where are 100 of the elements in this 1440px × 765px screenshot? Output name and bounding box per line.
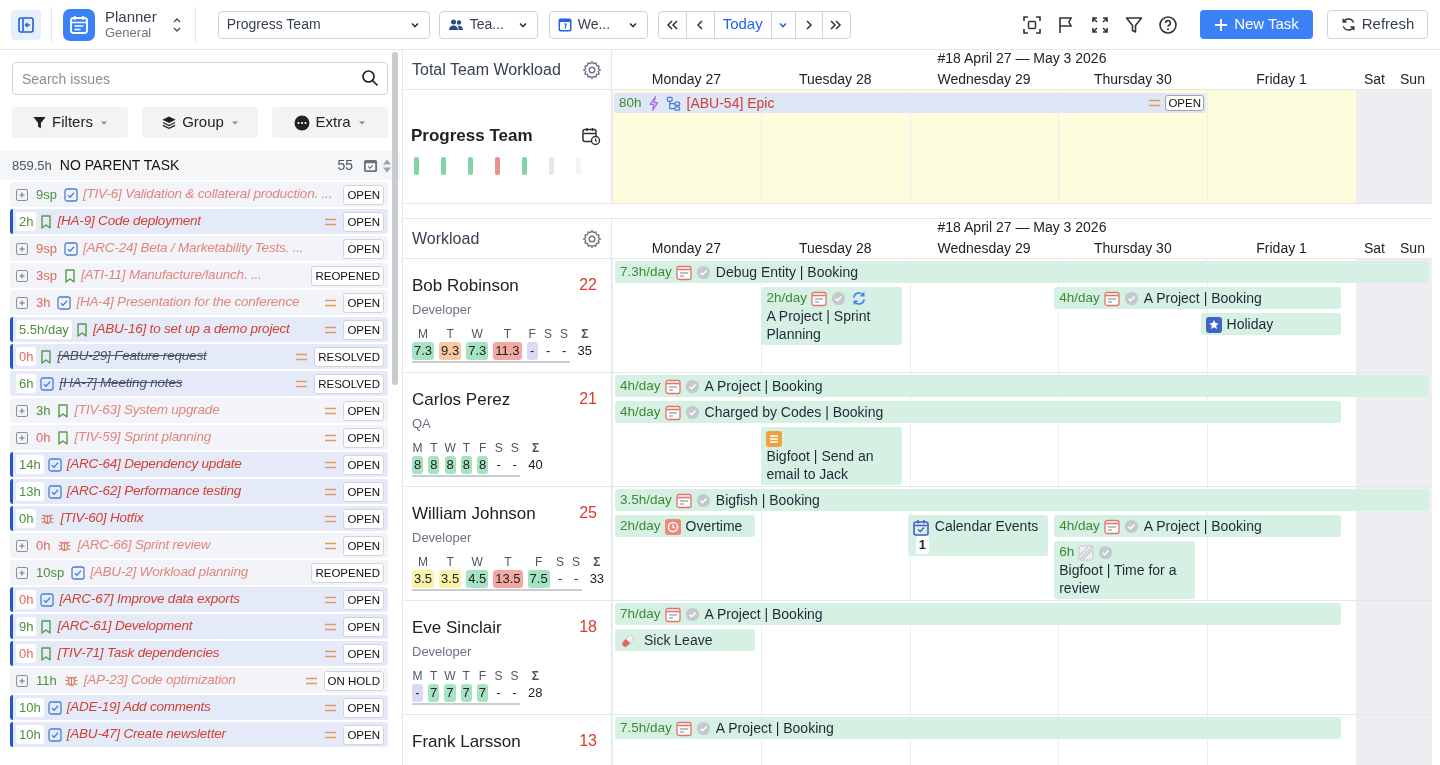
issue-row[interactable]: 3sp [ATI-11] Manufacture/launch. ... REOPENED — [10, 263, 388, 288]
issue-row[interactable]: 0h [ARC-67] Improve data exports OPEN — [10, 587, 388, 612]
sum-label: Σ — [593, 554, 601, 570]
period-select[interactable]: We... — [548, 10, 648, 39]
issue-title[interactable]: [ARC-67] Improve data exports — [59, 589, 240, 610]
booking-bar[interactable]: 2h/day Overtime — [615, 515, 756, 537]
settings-icon[interactable] — [582, 228, 602, 249]
booking-bar[interactable]: 4h/day Charged by Codes | Booking — [615, 401, 1341, 423]
issue-title[interactable]: [ARC-62] Performance testing — [66, 481, 242, 502]
booking-bar[interactable]: 7.5h/day A Project | Booking — [615, 717, 1341, 739]
issue-row[interactable]: 9h [ARC-61] Development OPEN — [10, 614, 388, 639]
group-header[interactable]: 859.5h NO PARENT TASK 55 — [0, 151, 400, 180]
filter-icon[interactable] — [1124, 14, 1144, 35]
view-select[interactable]: Tea... — [438, 10, 538, 39]
expand-icon[interactable] — [16, 188, 28, 201]
issue-row[interactable]: 9sp [ARC-24] Beta / Marketability Tests. ... OPEN — [10, 236, 388, 261]
issue-title[interactable]: [TIV-71] Task dependencies — [57, 643, 220, 664]
extra-button[interactable]: Extra — [272, 107, 388, 138]
issue-row[interactable]: 10sp [ABU-2] Workload planning REOPENED — [10, 560, 388, 585]
issue-row[interactable]: 0h [ABU-29] Feature request RESOLVED — [10, 344, 388, 369]
group-button[interactable]: Group — [142, 107, 258, 138]
issue-estimate: 9sp — [35, 239, 58, 258]
issue-title[interactable]: [ARC-61] Development — [57, 616, 193, 637]
expand-icon[interactable] — [16, 242, 28, 255]
expand-icon[interactable] — [16, 539, 28, 552]
issue-title[interactable]: [ABU-29] Feature request — [57, 346, 207, 367]
day-letter: S — [494, 440, 503, 456]
team-select[interactable]: Progress Team — [217, 10, 430, 39]
day-hours: - — [511, 684, 518, 702]
issue-row[interactable]: 0h [ARC-66] Sprint review OPEN — [10, 533, 388, 558]
expand-icon[interactable] — [16, 566, 28, 579]
expand-icon[interactable] — [16, 404, 28, 417]
checkbox-icon — [63, 241, 78, 256]
expand-icon[interactable] — [16, 431, 28, 444]
issue-title[interactable]: [ABU-16] to set up a demo project — [92, 319, 290, 340]
booking-bar[interactable]: Bigfoot | Send an email to Jack — [761, 427, 902, 485]
issue-row[interactable]: 5.5h/day [ABU-16] to set up a demo project OPEN — [10, 317, 388, 342]
list-icon — [766, 431, 783, 447]
expand-icon[interactable] — [16, 674, 28, 687]
issue-title[interactable]: [HA-9] Code deployment — [57, 211, 201, 232]
issue-row[interactable]: 6h [HA-7] Meeting notes RESOLVED — [10, 371, 388, 396]
booking-hours: 7h/day — [620, 605, 661, 623]
booking-bar[interactable]: 7.3h/day Debug Entity | Booking — [615, 261, 1429, 283]
collapse-sidebar-button[interactable] — [10, 9, 41, 40]
day-letter: S — [510, 440, 519, 456]
booking-bar[interactable]: 7h/day A Project | Booking — [615, 603, 1341, 625]
switch-app-icon[interactable] — [170, 15, 183, 34]
expand-icon[interactable] — [16, 296, 28, 309]
issue-row[interactable]: 0h [TIV-71] Task dependencies OPEN — [10, 641, 388, 666]
epic-bar[interactable]: 80h [ABU-54] Epic OPEN — [614, 93, 1206, 113]
day-letter: T — [430, 440, 438, 456]
booking-title: Charged by Codes | Booking — [704, 403, 884, 421]
booking-bar[interactable]: 3.5h/day Bigfish | Booking — [615, 489, 1429, 511]
status-badge: OPEN — [343, 238, 384, 259]
booking-bar[interactable]: 4h/day A Project | Booking — [1054, 515, 1341, 537]
issue-row[interactable]: 11h [AP-23] Code optimization ON HOLD — [10, 668, 388, 693]
booking-bar[interactable]: 4h/day A Project | Booking — [615, 375, 1429, 397]
issue-row[interactable]: 0h [TIV-60] Hotfix OPEN — [10, 506, 388, 531]
issue-row[interactable]: 9sp [TIV-6] Validation & collateral production. ... OPEN — [10, 182, 388, 207]
booking-title: A Project | Booking — [1143, 289, 1262, 307]
approved-icon — [1098, 545, 1114, 560]
help-icon[interactable] — [1158, 14, 1178, 35]
new-task-button[interactable]: New Task — [1200, 10, 1313, 39]
booking-bar[interactable]: 2h/day A Project | Sprint Planning — [761, 287, 902, 345]
refresh-button[interactable]: Refresh — [1327, 10, 1428, 39]
caret-icon — [230, 119, 239, 126]
issue-title[interactable]: [HA-7] Meeting notes — [59, 373, 183, 394]
week-total: 33 — [589, 570, 605, 588]
issue-row[interactable]: 10h [ADE-19] Add comments OPEN — [10, 695, 388, 720]
issue-row[interactable]: 0h [TIV-59] Sprint planning OPEN — [10, 425, 388, 450]
issue-title[interactable]: [TIV-60] Hotfix — [60, 508, 144, 529]
issue-row[interactable]: 13h [ARC-62] Performance testing OPEN — [10, 479, 388, 504]
filters-button[interactable]: Filters — [12, 107, 128, 138]
issue-row[interactable]: 14h [ARC-64] Dependency update OPEN — [10, 452, 388, 477]
booking-bar[interactable]: Holiday — [1200, 313, 1341, 335]
issue-title[interactable]: [ABU-47] Create newsletter — [66, 724, 226, 745]
settings-icon[interactable] — [582, 59, 602, 80]
fullscreen-icon[interactable] — [1090, 14, 1110, 35]
issue-row[interactable]: 2h [HA-9] Code deployment OPEN — [10, 209, 388, 234]
expand-icon[interactable] — [16, 269, 28, 282]
search-icon[interactable] — [361, 69, 379, 87]
day-letter: T — [446, 554, 454, 570]
issue-row[interactable]: 10h [ABU-47] Create newsletter OPEN — [10, 722, 388, 747]
issue-title[interactable]: [ADE-19] Add comments — [66, 697, 211, 718]
calendar-clock-icon[interactable] — [581, 125, 601, 146]
screenshot-icon[interactable] — [1022, 14, 1042, 35]
booking-title: Debug Entity | Booking — [715, 263, 858, 281]
search-field[interactable]: Search issues — [12, 62, 388, 95]
issue-row[interactable]: 3h [HA-4] Presentation for the conference OPEN — [10, 290, 388, 315]
bookmark-icon — [40, 214, 53, 229]
calendar-check-icon[interactable] — [363, 158, 378, 173]
booking-bar[interactable]: Calendar Events 1 — [907, 515, 1049, 556]
issue-title[interactable]: [ARC-64] Dependency update — [66, 454, 242, 475]
issue-row[interactable]: 3h [TIV-63] System upgrade OPEN — [10, 398, 388, 423]
approved-icon — [1123, 291, 1139, 306]
scrollbar-thumb[interactable] — [392, 52, 398, 385]
booking-bar[interactable]: 6h Bigfoot | Time for a review — [1054, 541, 1195, 599]
booking-bar[interactable]: Sick Leave — [615, 629, 756, 651]
day-hours: 8 — [477, 456, 489, 474]
booking-bar[interactable]: 4h/day A Project | Booking — [1054, 287, 1341, 309]
